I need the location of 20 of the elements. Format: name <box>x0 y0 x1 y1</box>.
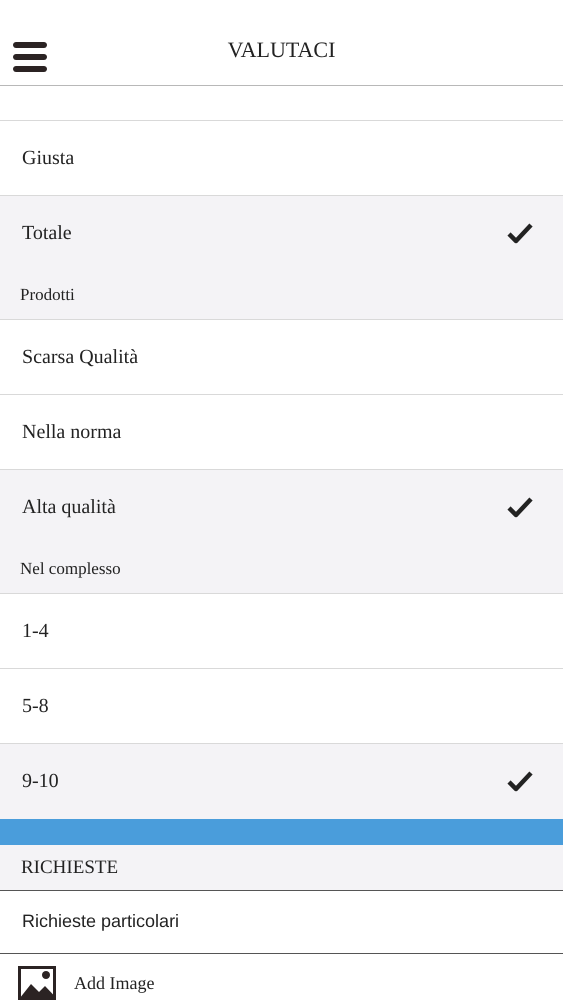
option-label: Nella norma <box>22 420 122 444</box>
group-label: Prodotti <box>0 271 563 320</box>
checkmark-icon <box>507 222 533 244</box>
menu-icon[interactable] <box>13 42 47 72</box>
checkmark-icon <box>507 496 533 518</box>
option-label: 1-4 <box>22 620 49 642</box>
group-label: Nel complesso <box>0 545 563 594</box>
image-icon <box>18 966 56 1000</box>
page-title: VALUTACI <box>228 36 336 62</box>
option-label: Totale <box>22 222 72 244</box>
option-label: 5-8 <box>22 694 49 718</box>
rating-option[interactable]: Totale <box>0 196 563 271</box>
rating-option[interactable]: Alta qualità <box>0 470 563 545</box>
checkmark-icon <box>507 770 533 792</box>
rating-option[interactable]: 9-10 <box>0 744 563 819</box>
option-label: Giusta <box>22 146 74 170</box>
section-title: RICHIESTE <box>0 845 563 891</box>
option-label: Scarsa Qualità <box>22 346 138 368</box>
option-label: 9-10 <box>22 770 59 792</box>
option-label: Alta qualità <box>22 496 116 518</box>
